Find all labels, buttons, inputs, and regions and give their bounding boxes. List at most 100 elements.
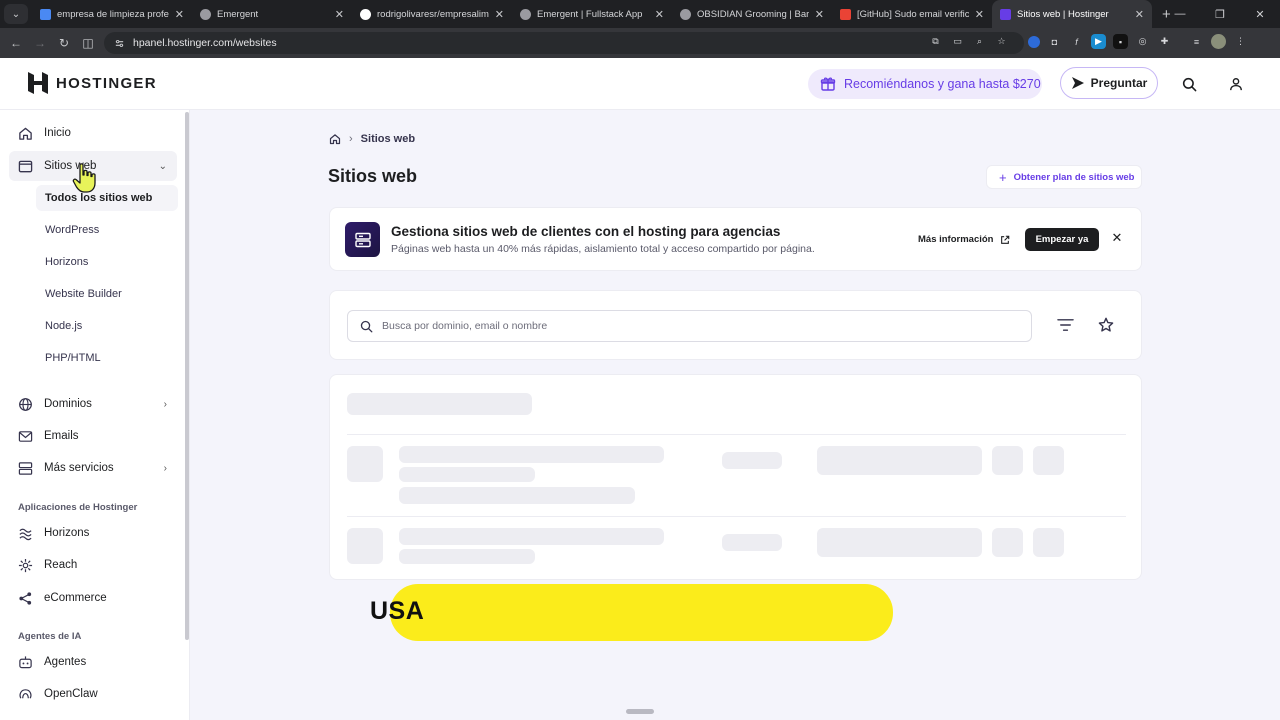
subitem-label: Website Builder	[45, 288, 122, 300]
close-icon[interactable]: ✕	[1109, 230, 1125, 246]
sidebar-subitem-todos[interactable]: Todos los sitios web	[36, 185, 178, 211]
profile-avatar[interactable]	[1211, 34, 1226, 49]
address-bar[interactable]: hpanel.hostinger.com/websites	[104, 32, 1024, 54]
close-icon[interactable]: ✕	[175, 8, 184, 21]
sidebar-item-mas-servicios[interactable]: Más servicios ›	[9, 453, 177, 483]
close-window-icon[interactable]: ✕	[1240, 8, 1280, 21]
circle-extension-icon[interactable]: ◎	[1135, 34, 1150, 49]
search-card: Busca por dominio, email o nombre	[329, 290, 1142, 360]
page-scroll-handle[interactable]	[626, 709, 654, 714]
subitem-label: Node.js	[45, 320, 83, 332]
share-nodes-icon	[17, 590, 33, 606]
user-icon[interactable]	[1226, 74, 1246, 94]
ask-ai-button[interactable]: Preguntar	[1060, 67, 1158, 99]
close-icon[interactable]: ✕	[1135, 8, 1144, 21]
agency-subtitle: Páginas web hasta un 40% más rápidas, ai…	[391, 243, 815, 255]
skeleton-icon	[992, 446, 1023, 475]
chevron-right-icon: ›	[349, 133, 353, 145]
camera-extension-icon[interactable]: ◘	[1047, 34, 1062, 49]
skeleton-line	[399, 467, 535, 482]
hostinger-icon	[1000, 8, 1011, 20]
plus-icon: +	[999, 169, 1007, 185]
close-icon[interactable]: ✕	[815, 8, 824, 21]
referral-promo-button[interactable]: Recomiéndanos y gana hasta $270	[808, 69, 1042, 99]
forward-icon[interactable]: →	[28, 36, 52, 50]
reload-icon[interactable]: ↻	[52, 36, 76, 50]
home-icon[interactable]	[329, 133, 341, 145]
cast-icon[interactable]: ▭	[950, 34, 965, 49]
sidebar-subitem-php-html[interactable]: PHP/HTML	[36, 345, 178, 371]
media-icon[interactable]: ≡	[1189, 34, 1204, 49]
browser-tab[interactable]: empresa de limpieza profesional ✕	[32, 0, 192, 28]
back-icon[interactable]: ←	[4, 36, 28, 50]
sidebar-section-title: Agentes de IA	[18, 631, 82, 642]
skeleton-icon	[1033, 528, 1064, 557]
minimize-icon[interactable]: —	[1160, 8, 1200, 20]
menu-dots-icon[interactable]: ⋮	[1233, 34, 1248, 49]
logo-text: HOSTINGER	[56, 74, 157, 92]
site-info-icon[interactable]	[114, 38, 125, 49]
sidebar-item-label: Más servicios	[44, 462, 114, 474]
browser-tab[interactable]: rodrigolivaresr/empresalimpieza ✕	[352, 0, 512, 28]
ask-label: Preguntar	[1090, 76, 1148, 90]
globe-icon	[17, 396, 33, 412]
sidebar-item-agentes[interactable]: Agentes	[9, 647, 177, 677]
divider	[347, 434, 1126, 435]
server-icon	[345, 222, 380, 257]
tab-search-button[interactable]: ⌄	[4, 4, 28, 24]
sidebar-item-inicio[interactable]: Inicio	[9, 118, 177, 148]
sidebar-item-emails[interactable]: Emails	[9, 421, 177, 451]
close-icon[interactable]: ✕	[975, 8, 984, 21]
search-input[interactable]: Busca por dominio, email o nombre	[347, 310, 1032, 342]
sidebar-subitem-nodejs[interactable]: Node.js	[36, 313, 178, 339]
filter-icon[interactable]	[1057, 318, 1074, 332]
start-now-button[interactable]: Empezar ya	[1025, 228, 1099, 251]
browser-tab[interactable]: Emergent | Fullstack App ✕	[512, 0, 672, 28]
sidebar-subitem-wordpress[interactable]: WordPress	[36, 217, 178, 243]
sidebar-item-ecommerce[interactable]: eCommerce	[9, 583, 177, 613]
more-info-link[interactable]: Más información	[918, 234, 1010, 245]
globe-icon	[680, 8, 691, 20]
skeleton-line	[399, 487, 635, 504]
sidebar-section-title: Aplicaciones de Hostinger	[18, 502, 138, 513]
close-icon[interactable]: ✕	[495, 8, 504, 21]
sidebar-scrollbar[interactable]	[185, 112, 189, 640]
sidebar-item-openclaw[interactable]: OpenClaw	[9, 679, 177, 709]
hand-cursor-icon	[72, 163, 96, 193]
sidepanel-icon[interactable]: ◫	[76, 36, 100, 50]
skeleton-line	[399, 549, 535, 564]
sidebar-subitem-website-builder[interactable]: Website Builder	[36, 281, 178, 307]
search-icon	[360, 320, 373, 332]
tab-title: OBSIDIAN Grooming | Barbería	[697, 8, 809, 20]
browser-toolbar: ← → ↻ ◫ hpanel.hostinger.com/websites ⧉ …	[0, 28, 1280, 58]
font-extension-icon[interactable]: f	[1069, 34, 1084, 49]
bookmark-star-icon[interactable]: ☆	[994, 34, 1009, 49]
translate-icon[interactable]: ⧉	[928, 34, 943, 49]
puzzle-icon[interactable]: ✚	[1157, 34, 1172, 49]
play-extension-icon[interactable]: ▶	[1091, 34, 1106, 49]
browser-tab[interactable]: [GitHub] Sudo email verification ✕	[832, 0, 992, 28]
restore-icon[interactable]: ❐	[1200, 8, 1240, 21]
hostinger-logo[interactable]: HOSTINGER	[28, 72, 157, 94]
skeleton-line	[399, 446, 664, 463]
star-icon[interactable]	[1098, 317, 1114, 333]
sidebar-item-dominios[interactable]: Dominios ›	[9, 389, 177, 419]
websites-list-loading	[329, 374, 1142, 580]
search-icon[interactable]	[1179, 74, 1199, 94]
browser-tab-active[interactable]: Sitios web | Hostinger ✕	[992, 0, 1152, 28]
caption-highlight	[390, 584, 893, 641]
sidebar-item-horizons-app[interactable]: Horizons	[9, 518, 177, 548]
claw-icon	[17, 686, 33, 702]
skeleton-header	[347, 393, 532, 415]
close-icon[interactable]: ✕	[335, 8, 344, 21]
sidebar-item-reach[interactable]: Reach	[9, 550, 177, 580]
zoom-icon[interactable]: ⌕	[972, 34, 987, 49]
skeleton-button	[817, 446, 982, 475]
browser-tab[interactable]: Emergent ✕	[192, 0, 352, 28]
get-website-plan-button[interactable]: + Obtener plan de sitios web	[986, 165, 1142, 189]
terminal-extension-icon[interactable]: ▪	[1113, 34, 1128, 49]
close-icon[interactable]: ✕	[655, 8, 664, 21]
extension-blue-icon[interactable]	[1028, 35, 1040, 48]
sidebar-subitem-horizons[interactable]: Horizons	[36, 249, 178, 275]
browser-tab[interactable]: OBSIDIAN Grooming | Barbería ✕	[672, 0, 832, 28]
